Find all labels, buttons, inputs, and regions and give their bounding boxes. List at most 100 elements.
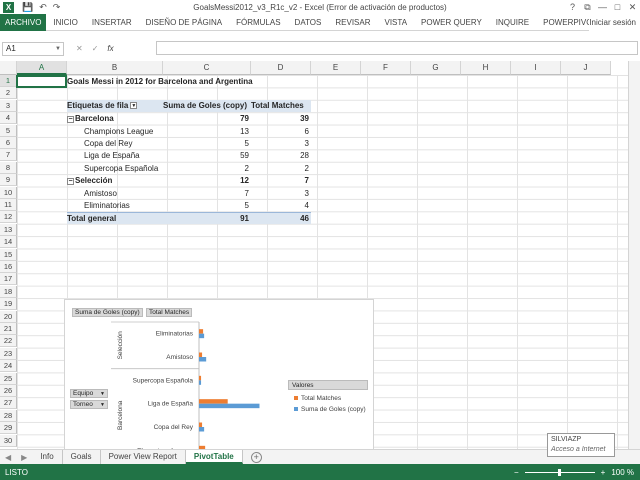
row-header-8[interactable]: 8 <box>0 161 17 174</box>
pivot-item-matches[interactable]: 28 <box>251 150 311 162</box>
row-header-3[interactable]: 3 <box>0 99 17 112</box>
row-header-10[interactable]: 10 <box>0 186 17 199</box>
row-header-29[interactable]: 29 <box>0 422 17 435</box>
row-header-5[interactable]: 5 <box>0 124 17 137</box>
pivot-item-matches[interactable]: 4 <box>251 200 311 212</box>
row-header-25[interactable]: 25 <box>0 372 17 385</box>
pivot-item-goles[interactable]: 5 <box>163 138 251 150</box>
pivot-group-matches[interactable]: 39 <box>251 113 311 125</box>
minimize-icon[interactable]: — <box>595 0 610 14</box>
filter-dropdown-icon[interactable]: ▼ <box>130 102 138 110</box>
column-header-a[interactable]: A <box>17 61 67 75</box>
insert-function-icon[interactable]: fx <box>107 44 113 53</box>
row-header-28[interactable]: 28 <box>0 409 17 422</box>
tab-diseno-pagina[interactable]: DISEÑO DE PÁGINA <box>139 18 229 27</box>
row-header-4[interactable]: 4 <box>0 112 17 125</box>
collapse-icon[interactable]: − <box>67 115 74 123</box>
tab-revisar[interactable]: REVISAR <box>328 18 377 27</box>
pivot-item-row[interactable]: Copa del Rey <box>67 138 163 150</box>
chevron-down-icon[interactable]: ▼ <box>55 43 61 55</box>
maximize-icon[interactable]: □ <box>610 0 625 14</box>
row-header-16[interactable]: 16 <box>0 261 17 273</box>
row-header-6[interactable]: 6 <box>0 137 17 149</box>
add-sheet-icon[interactable]: + <box>250 451 262 463</box>
save-icon[interactable]: 💾 <box>22 2 33 13</box>
sheet-tab-power-view[interactable]: Power View Report <box>101 450 186 464</box>
column-header-f[interactable]: F <box>361 61 411 75</box>
row-header-21[interactable]: 21 <box>0 323 17 335</box>
formula-input[interactable] <box>156 41 638 55</box>
column-header-e[interactable]: E <box>311 61 361 75</box>
row-header-20[interactable]: 20 <box>0 310 17 323</box>
zoom-out-icon[interactable]: − <box>514 468 519 477</box>
pivot-item-row[interactable]: Champions League <box>67 126 163 138</box>
vertical-scrollbar[interactable] <box>628 61 640 449</box>
enter-icon[interactable]: ✓ <box>92 44 99 53</box>
zoom-level[interactable]: 100 % <box>611 468 634 477</box>
cancel-icon[interactable]: ✕ <box>76 44 83 53</box>
column-header-g[interactable]: G <box>411 61 461 75</box>
pivot-item-row[interactable]: Eliminatorias <box>67 200 163 212</box>
undo-icon[interactable]: ↶ <box>39 2 47 13</box>
row-header-7[interactable]: 7 <box>0 149 17 162</box>
row-header-17[interactable]: 17 <box>0 273 17 286</box>
row-header-9[interactable]: 9 <box>0 174 17 187</box>
row-header-26[interactable]: 26 <box>0 385 17 397</box>
zoom-slider[interactable] <box>524 468 595 476</box>
column-header-d[interactable]: D <box>251 61 311 75</box>
redo-icon[interactable]: ↷ <box>53 2 61 13</box>
row-header-11[interactable]: 11 <box>0 199 17 211</box>
pivot-total-goles[interactable]: 91 <box>163 212 251 225</box>
pivot-group-goles[interactable]: 12 <box>163 175 251 187</box>
pivot-item-row[interactable]: Amistoso <box>67 188 163 200</box>
row-header-14[interactable]: 14 <box>0 236 17 249</box>
collapse-icon[interactable]: − <box>67 177 74 185</box>
pivot-group-matches[interactable]: 7 <box>251 175 311 187</box>
help-icon[interactable]: ? <box>565 0 580 14</box>
pivot-row-labels-header[interactable]: Etiquetas de fila ▼ <box>67 100 163 112</box>
row-header-24[interactable]: 24 <box>0 360 17 373</box>
pivot-item-matches[interactable]: 3 <box>251 188 311 200</box>
worksheet-grid[interactable]: ABCDEFGHIJ 1 2 3 4 5 6 7 8 9 10 11 12 13 14 15 16 17 18 19… <box>0 61 628 449</box>
pivot-group-goles[interactable]: 79 <box>163 113 251 125</box>
column-header-i[interactable]: I <box>511 61 561 75</box>
tab-inicio[interactable]: INICIO <box>46 18 84 27</box>
pivot-total-matches[interactable]: 46 <box>251 212 311 225</box>
row-header-18[interactable]: 18 <box>0 285 17 298</box>
tab-datos[interactable]: DATOS <box>288 18 329 27</box>
pivot-group-row[interactable]: − Selección <box>67 175 163 187</box>
sheet-title[interactable]: Goals Messi in 2012 for Barcelona and Ar… <box>67 76 307 88</box>
pivot-col-goles-header[interactable]: Suma de Goles (copy) <box>163 100 251 112</box>
pivot-item-goles[interactable]: 5 <box>163 200 251 212</box>
row-header-1[interactable]: 1 <box>0 75 17 87</box>
pivot-item-matches[interactable]: 6 <box>251 126 311 138</box>
sheet-prev-icon[interactable]: ◀ <box>5 453 11 462</box>
pivot-group-row[interactable]: − Barcelona <box>67 113 163 125</box>
pivot-chart[interactable]: Suma de Goles (copy) Total Matches Equip… <box>64 299 374 449</box>
pivot-item-matches[interactable]: 3 <box>251 138 311 150</box>
tab-power-query[interactable]: POWER QUERY <box>414 18 489 27</box>
sheet-tab-info[interactable]: Info <box>32 450 63 464</box>
pivot-col-matches-header[interactable]: Total Matches <box>251 100 311 112</box>
name-box[interactable]: A1 ▼ <box>2 41 64 56</box>
column-header-c[interactable]: C <box>163 61 251 75</box>
row-header-23[interactable]: 23 <box>0 347 17 360</box>
row-header-27[interactable]: 27 <box>0 397 17 410</box>
sheet-tab-pivottable[interactable]: PivotTable <box>185 450 243 464</box>
tab-vista[interactable]: VISTA <box>378 18 415 27</box>
zoom-in-icon[interactable]: + <box>601 468 606 477</box>
active-cell-a1[interactable] <box>16 75 67 88</box>
row-header-22[interactable]: 22 <box>0 335 17 348</box>
tab-archivo[interactable]: ARCHIVO <box>0 13 47 31</box>
ribbon-display-icon[interactable]: ⧉ <box>580 0 595 14</box>
select-all-corner[interactable] <box>0 61 17 75</box>
sheet-next-icon[interactable]: ▶ <box>21 453 27 462</box>
row-header-2[interactable]: 2 <box>0 87 17 100</box>
row-header-19[interactable]: 19 <box>0 298 17 311</box>
tab-insertar[interactable]: INSERTAR <box>85 18 139 27</box>
pivot-item-goles[interactable]: 13 <box>163 126 251 138</box>
column-header-j[interactable]: J <box>561 61 611 75</box>
column-header-h[interactable]: H <box>461 61 511 75</box>
close-icon[interactable]: ✕ <box>625 0 640 14</box>
pivot-item-matches[interactable]: 2 <box>251 163 311 175</box>
